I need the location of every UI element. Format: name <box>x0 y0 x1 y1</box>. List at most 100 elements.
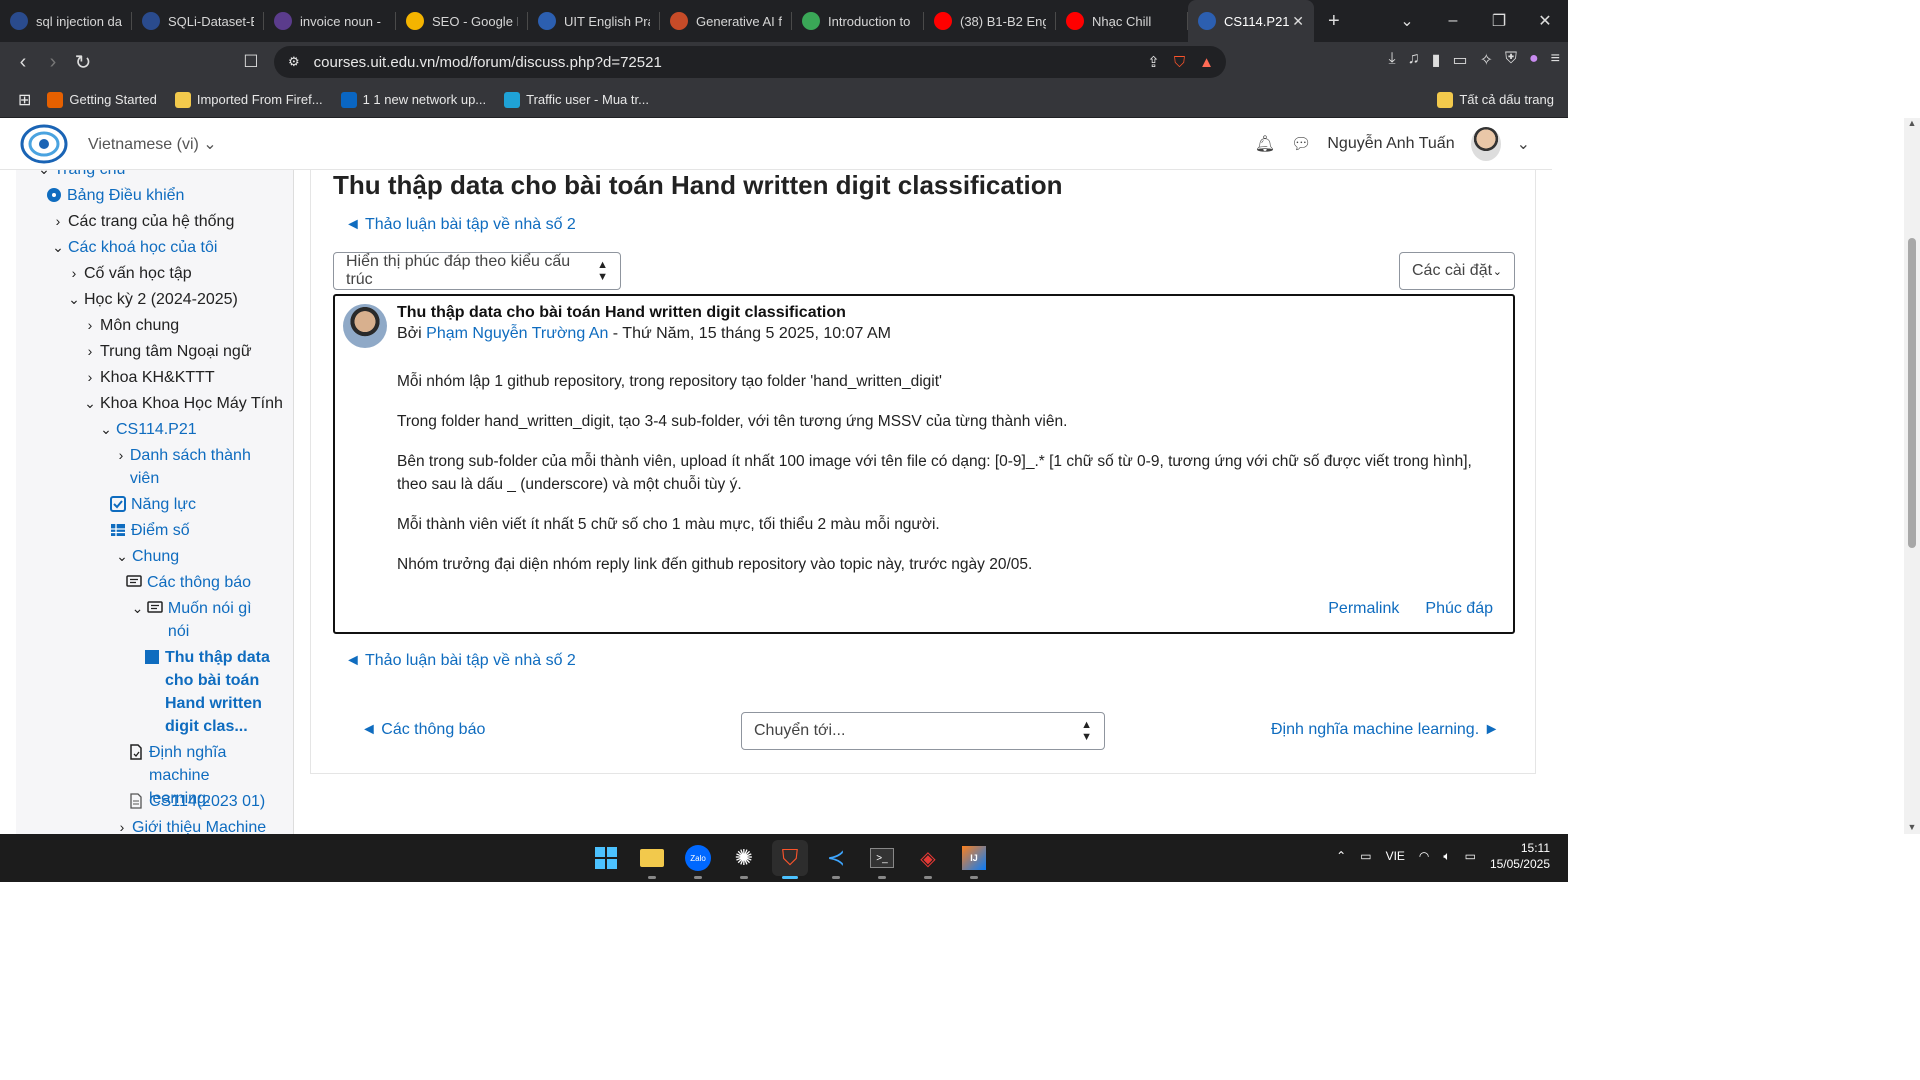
drawer-item-semester[interactable]: ⌄ Học kỳ 2 (2024-2025) <box>66 288 238 311</box>
drawer-item-current-discussion[interactable]: Thu thập data cho bài toán Hand written … <box>144 646 282 738</box>
drawer-item-my-courses[interactable]: ⌄ Các khoá học của tôi <box>50 236 217 259</box>
wifi-icon[interactable]: ◠ <box>1419 849 1429 863</box>
address-bar[interactable]: ⚙ courses.uit.edu.vn/mod/forum/discuss.p… <box>274 46 1226 78</box>
browser-tab[interactable]: UIT English Pra <box>528 0 660 42</box>
bookmark-item[interactable]: 1 1 new network up... <box>340 91 486 108</box>
assignment-icon <box>130 744 142 760</box>
browser-tab[interactable]: sql injection da <box>0 0 132 42</box>
drawer-item-intro-ml[interactable]: › Giới thiệu Machine <box>114 816 266 834</box>
browser-tab[interactable]: Generative AI f <box>660 0 792 42</box>
language-menu[interactable]: Vietnamese ‎(vi)‎ ⌄ <box>88 134 217 154</box>
tray-expand-icon[interactable]: ⌃ <box>1336 849 1346 863</box>
close-tab-icon[interactable]: ✕ <box>1292 13 1304 30</box>
forward-icon[interactable]: › <box>38 51 68 74</box>
close-window-button[interactable]: ✕ <box>1522 11 1568 31</box>
next-activity-link[interactable]: Định nghĩa machine learning. ► <box>1271 721 1499 739</box>
chat-icon[interactable]: 💬︎ <box>1291 134 1311 154</box>
permalink-link[interactable]: Permalink <box>1328 600 1399 618</box>
drawer-item-grades[interactable]: Điểm số <box>110 519 190 542</box>
drawer-item-advisor[interactable]: › Cố vấn học tập <box>66 262 192 285</box>
brave-browser-icon[interactable]: ⛉ <box>772 840 808 879</box>
browser-tab[interactable]: Introduction to <box>792 0 924 42</box>
scrollbar-thumb[interactable] <box>1908 238 1916 548</box>
bookmark-item[interactable]: Imported From Firef... <box>174 91 323 108</box>
reload-icon[interactable]: ↻ <box>68 50 98 75</box>
bookmark-icon[interactable]: ☐ <box>236 52 266 72</box>
uit-logo[interactable] <box>18 122 70 166</box>
vpn-icon[interactable]: ⛨ <box>1505 50 1517 70</box>
browser-tab[interactable]: invoice noun - <box>264 0 396 42</box>
reply-link[interactable]: Phúc đáp <box>1425 600 1493 618</box>
wallet-icon[interactable]: ▭ <box>1452 50 1467 70</box>
jump-to-select[interactable]: Chuyển tới... ▲ ▼ <box>741 712 1105 750</box>
menu-icon[interactable]: ≡ <box>1551 50 1560 70</box>
browser-tab[interactable]: SQLi-Dataset-E <box>132 0 264 42</box>
tab-search-icon[interactable]: ⌄ <box>1384 11 1430 31</box>
avatar[interactable] <box>1470 126 1501 161</box>
drawer-item-cs114[interactable]: ⌄ CS114.P21 <box>98 418 197 441</box>
brave-rewards-icon[interactable]: ▲ <box>1199 54 1214 71</box>
drawer-item-chat-forum[interactable]: ⌄ Muốn nói gì nói <box>130 597 270 643</box>
all-bookmarks[interactable]: Tất cả dấu trang <box>1437 91 1554 108</box>
drawer-item-home[interactable]: ⌄Trang chủ <box>36 170 125 181</box>
site-info-icon[interactable]: ⚙ <box>288 54 300 70</box>
drawer-item-dashboard[interactable]: Bảng Điều khiển <box>46 184 184 207</box>
author-avatar[interactable] <box>343 304 387 348</box>
browser-tab[interactable]: (38) B1-B2 Eng <box>924 0 1056 42</box>
drawer-item-participants[interactable]: › Danh sách thành viên <box>114 444 264 490</box>
maximize-button[interactable]: ❐ <box>1476 11 1522 31</box>
drawer-item-cs114-2023[interactable]: CS114(2023 01) <box>128 790 265 813</box>
drawer-item-general-courses[interactable]: › Môn chung <box>82 314 180 337</box>
browser-tab[interactable]: SEO - Google I <box>396 0 528 42</box>
settings-dropdown[interactable]: Các cài đặt ⌄ <box>1399 252 1515 290</box>
back-to-discussion-link[interactable]: ◄ Thảo luận bài tập về nhà số 2 <box>345 216 576 234</box>
apps-grid-icon[interactable]: ⊞ <box>18 90 31 110</box>
volume-icon[interactable]: 🔈︎ <box>1443 849 1450 864</box>
download-icon[interactable]: ⤓ <box>1389 50 1396 70</box>
drawer-item-competencies[interactable]: Năng lực <box>110 493 196 516</box>
browser-tab[interactable]: CS114.P21 ✕ <box>1188 0 1314 42</box>
new-tab-button[interactable]: + <box>1328 10 1340 33</box>
windows-start-icon[interactable] <box>588 840 624 876</box>
drawer-item-site-pages[interactable]: › Các trang của hệ thống <box>50 210 235 233</box>
user-name[interactable]: Nguyễn Anh Tuấn <box>1327 135 1454 153</box>
language-indicator[interactable]: VIE <box>1386 849 1405 863</box>
game-icon[interactable]: ◈ <box>910 840 946 879</box>
scroll-up-icon[interactable]: ▲ <box>1904 118 1920 128</box>
clock[interactable]: 15:11 15/05/2025 <box>1490 840 1550 872</box>
terminal-icon[interactable]: >_ <box>864 840 900 879</box>
drawer-item-khktt[interactable]: › Khoa KH&KTTT <box>82 366 215 389</box>
drawer-item-general-section[interactable]: ⌄ Chung <box>114 545 179 568</box>
display-mode-select[interactable]: Hiển thị phúc đáp theo kiểu cấu trúc ▲ ▼ <box>333 252 621 290</box>
profile-icon[interactable]: ● <box>1529 50 1539 70</box>
keyboard-icon[interactable]: ▭ <box>1360 849 1371 863</box>
share-icon[interactable]: ⇪ <box>1147 53 1160 71</box>
leo-ai-icon[interactable]: ✧ <box>1480 50 1493 70</box>
battery-icon[interactable]: ▭ <box>1465 849 1476 863</box>
browser-tab-bar: sql injection da SQLi-Dataset-E invoice no… <box>0 0 1568 42</box>
page-scrollbar[interactable]: ▲ ▼ <box>1904 118 1920 834</box>
scroll-down-icon[interactable]: ▼ <box>1904 822 1920 832</box>
browser-tab[interactable]: Nhạc Chill <box>1056 0 1188 42</box>
vscode-icon[interactable]: ≺ <box>818 840 854 879</box>
bookmark-item[interactable]: Traffic user - Mua tr... <box>504 91 649 108</box>
file-explorer-icon[interactable] <box>634 840 670 879</box>
media-icon[interactable]: ♫ <box>1408 50 1420 70</box>
drawer-item-cs-faculty[interactable]: ⌄ Khoa Khoa Học Máy Tính <box>82 392 283 415</box>
user-menu-chevron-icon[interactable]: ⌄ <box>1517 134 1530 154</box>
prev-activity-link[interactable]: ◄ Các thông báo <box>361 721 485 739</box>
drawer-item-language-center[interactable]: › Trung tâm Ngoại ngữ <box>82 340 252 363</box>
back-icon[interactable]: ‹ <box>8 51 38 74</box>
bookmark-item[interactable]: Getting Started <box>47 91 157 108</box>
brave-shield-icon[interactable]: ⛉ <box>1174 54 1185 71</box>
sidebar-icon[interactable]: ▮ <box>1432 50 1441 70</box>
post-author-link[interactable]: Phạm Nguyễn Trường An <box>426 325 608 342</box>
page-title: Thu thập data cho bài toán Hand written … <box>333 170 1063 200</box>
back-to-discussion-link-bottom[interactable]: ◄ Thảo luận bài tập về nhà số 2 <box>345 652 576 670</box>
drawer-item-announcements[interactable]: Các thông báo <box>126 571 251 594</box>
zalo-icon[interactable]: Zalo <box>680 840 716 879</box>
bell-icon[interactable]: 🔔︎ <box>1255 134 1275 154</box>
minimize-button[interactable]: – <box>1430 12 1476 30</box>
chatgpt-icon[interactable]: ✺ <box>726 840 762 879</box>
jetbrains-icon[interactable]: IJ <box>956 840 992 879</box>
